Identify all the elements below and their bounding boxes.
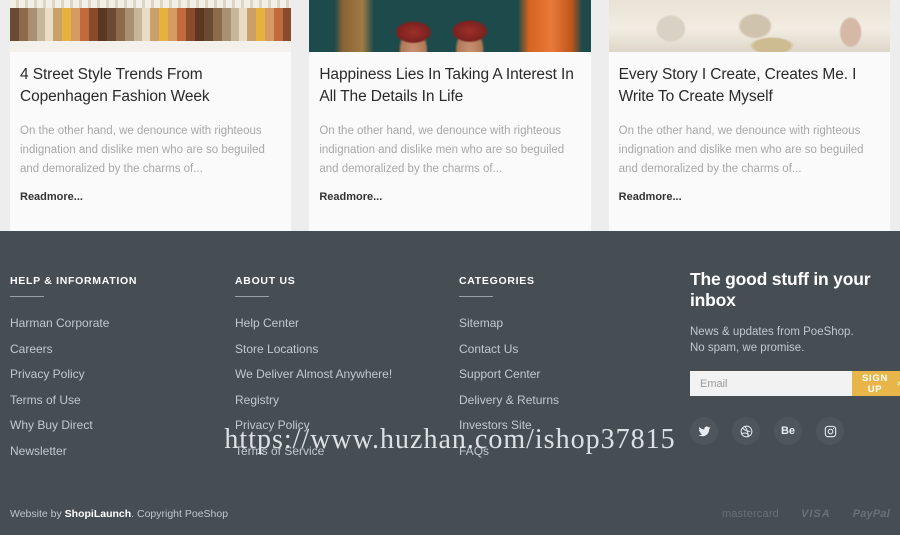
newsletter-subtitle: News & updates from PoeShop. No spam, we… <box>690 324 890 356</box>
social-links: Be <box>690 417 890 445</box>
newsletter-title: The good stuff in your inbox <box>690 269 871 310</box>
copyright-text: Website by ShopiLaunch. Copyright PoeSho… <box>10 508 228 520</box>
newsletter-section: The good stuff in your inbox News & upda… <box>686 269 900 467</box>
ceramic-pots-photo <box>608 0 890 52</box>
footer-column-heading: ABOUT US <box>235 275 296 287</box>
credit-prefix: Website by <box>10 508 65 520</box>
footer-link-list: Sitemap Contact Us Support Center Delive… <box>459 314 686 460</box>
blog-card-readmore-link[interactable]: Readmore... <box>619 191 682 203</box>
heading-underline <box>235 296 269 297</box>
newsletter-form: SIGN UP › <box>690 371 900 396</box>
credit-suffix: . Copyright PoeShop <box>131 508 229 520</box>
list-item: Why Buy Direct <box>10 416 235 434</box>
site-footer: HELP & INFORMATION Harman Corporate Care… <box>0 231 900 535</box>
list-item: Terms of Service <box>235 442 459 460</box>
footer-link[interactable]: Harman Corporate <box>10 316 109 330</box>
hands-holding-yarn-photo <box>309 0 591 52</box>
footer-link[interactable]: Store Locations <box>235 342 318 356</box>
footer-link[interactable]: Terms of Use <box>10 393 81 407</box>
footer-link[interactable]: Registry <box>235 393 279 407</box>
list-item: Privacy Policy <box>235 416 459 434</box>
embroidery-threads-photo <box>10 0 292 52</box>
dribbble-icon <box>740 425 753 438</box>
newsletter-signup-button[interactable]: SIGN UP › <box>852 371 900 396</box>
footer-link[interactable]: FAQs <box>459 444 489 458</box>
list-item: Help Center <box>235 314 459 332</box>
blog-card-title[interactable]: 4 Street Style Trends From Copenhagen Fa… <box>20 64 281 108</box>
blog-card-readmore-link[interactable]: Readmore... <box>20 191 83 203</box>
footer-column-heading: HELP & INFORMATION <box>10 275 138 287</box>
list-item: Terms of Use <box>10 391 235 409</box>
footer-column-categories: CATEGORIES Sitemap Contact Us Support Ce… <box>459 275 686 467</box>
list-item: Careers <box>10 340 235 358</box>
footer-link[interactable]: Why Buy Direct <box>10 418 93 432</box>
newsletter-subtitle-line2: No spam, we promise. <box>690 342 805 354</box>
newsletter-subtitle-line1: News & updates from PoeShop. <box>690 326 854 338</box>
list-item: Delivery & Returns <box>459 391 686 409</box>
footer-link[interactable]: Newsletter <box>10 444 67 458</box>
blog-card-excerpt: On the other hand, we denounce with righ… <box>20 125 265 175</box>
footer-link[interactable]: Contact Us <box>459 342 518 356</box>
blog-card-title[interactable]: Every Story I Create, Creates Me. I Writ… <box>619 64 880 108</box>
social-link-dribbble[interactable] <box>732 417 760 445</box>
list-item: Support Center <box>459 365 686 383</box>
visa-logo: VISA <box>801 508 831 520</box>
footer-link[interactable]: Help Center <box>235 316 299 330</box>
footer-link[interactable]: Privacy Policy <box>235 418 310 432</box>
twitter-icon <box>698 425 711 438</box>
list-item: Registry <box>235 391 459 409</box>
credit-brand[interactable]: ShopiLaunch <box>65 508 132 520</box>
blog-card[interactable]: Every Story I Create, Creates Me. I Writ… <box>608 0 890 231</box>
newsletter-email-input[interactable] <box>690 371 852 396</box>
footer-link[interactable]: Support Center <box>459 367 540 381</box>
signup-button-label: SIGN UP <box>862 372 889 395</box>
blog-card-title[interactable]: Happiness Lies In Taking A Interest In A… <box>319 64 580 108</box>
blog-card-image[interactable] <box>608 0 890 52</box>
footer-link-list: Help Center Store Locations We Deliver A… <box>235 314 459 460</box>
blog-card-readmore-link[interactable]: Readmore... <box>319 191 382 203</box>
footer-link[interactable]: Sitemap <box>459 316 503 330</box>
footer-link[interactable]: Delivery & Returns <box>459 393 559 407</box>
list-item: Newsletter <box>10 442 235 460</box>
footer-column-help-information: HELP & INFORMATION Harman Corporate Care… <box>10 275 235 467</box>
footer-bottom-bar: Website by ShopiLaunch. Copyright PoeSho… <box>0 493 900 535</box>
footer-link[interactable]: We Deliver Almost Anywhere! <box>235 367 392 381</box>
list-item: FAQs <box>459 442 686 460</box>
social-link-behance[interactable]: Be <box>774 417 802 445</box>
blog-card[interactable]: 4 Street Style Trends From Copenhagen Fa… <box>10 0 292 231</box>
blog-card-image[interactable] <box>10 0 292 52</box>
footer-column-about-us: ABOUT US Help Center Store Locations We … <box>235 275 459 467</box>
blog-card-excerpt: On the other hand, we denounce with righ… <box>618 125 864 175</box>
payment-methods: mastercard VISA PayPal <box>722 508 890 520</box>
mastercard-logo: mastercard <box>721 508 780 520</box>
blog-post-grid: 4 Street Style Trends From Copenhagen Fa… <box>0 0 900 231</box>
blog-card-excerpt: On the other hand, we denounce with righ… <box>319 125 565 175</box>
list-item: Harman Corporate <box>10 314 235 332</box>
footer-link[interactable]: Careers <box>10 342 53 356</box>
heading-underline <box>10 296 44 297</box>
footer-column-heading: CATEGORIES <box>459 275 535 287</box>
list-item: We Deliver Almost Anywhere! <box>235 365 459 383</box>
footer-link[interactable]: Privacy Policy <box>10 367 85 381</box>
list-item: Store Locations <box>235 340 459 358</box>
blog-card-image[interactable] <box>309 0 591 52</box>
social-link-twitter[interactable] <box>690 417 718 445</box>
social-link-instagram[interactable] <box>816 417 844 445</box>
list-item: Privacy Policy <box>10 365 235 383</box>
heading-underline <box>459 296 494 297</box>
list-item: Contact Us <box>459 340 686 358</box>
footer-link-list: Harman Corporate Careers Privacy Policy … <box>10 314 235 460</box>
behance-icon: Be <box>780 424 796 437</box>
footer-link[interactable]: Investors Site <box>459 418 532 432</box>
footer-link[interactable]: Terms of Service <box>235 444 324 458</box>
instagram-icon <box>824 425 837 438</box>
list-item: Investors Site <box>459 416 686 434</box>
blog-card[interactable]: Happiness Lies In Taking A Interest In A… <box>309 0 591 231</box>
paypal-logo: PayPal <box>852 508 890 520</box>
list-item: Sitemap <box>459 314 686 332</box>
